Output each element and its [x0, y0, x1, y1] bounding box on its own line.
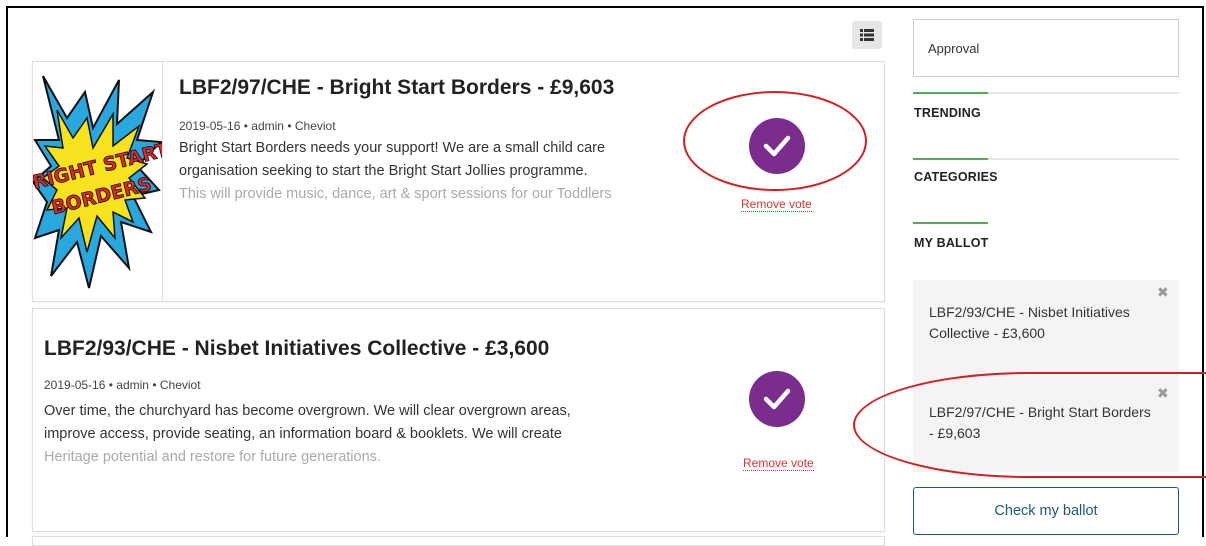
- project-author[interactable]: admin: [251, 119, 284, 133]
- close-icon[interactable]: ✖: [1157, 284, 1169, 301]
- project-card: [32, 536, 885, 546]
- meta-separator: •: [152, 378, 160, 392]
- project-meta: 2019-05-16 • admin • Cheviot: [179, 119, 336, 133]
- project-card: BRIGHT START BORDERS LBF2/97/CHE - Brigh…: [32, 61, 885, 302]
- project-area[interactable]: Cheviot: [160, 378, 201, 392]
- categories-heading[interactable]: CATEGORIES: [914, 170, 998, 184]
- my-ballot-heading: MY BALLOT: [914, 236, 989, 250]
- ballot-item[interactable]: LBF2/93/CHE - Nisbet Initiatives Collect…: [929, 302, 1154, 344]
- list-view-icon: [860, 29, 874, 41]
- voting-method-field[interactable]: Approval: [913, 19, 1179, 77]
- check-ballot-button[interactable]: Check my ballot: [913, 487, 1179, 535]
- project-date: 2019-05-16: [44, 378, 106, 392]
- description-line: Bright Start Borders needs your support!…: [179, 140, 606, 156]
- project-thumbnail[interactable]: BRIGHT START BORDERS: [33, 62, 163, 301]
- project-author[interactable]: admin: [116, 378, 149, 392]
- project-date: 2019-05-16: [179, 119, 241, 133]
- trending-heading[interactable]: TRENDING: [914, 106, 981, 120]
- section-divider: [913, 222, 1179, 224]
- project-description: Bright Start Borders needs your support!…: [179, 137, 699, 207]
- ballot-panel: ✖ LBF2/93/CHE - Nisbet Initiatives Colle…: [913, 280, 1179, 472]
- vote-button[interactable]: [749, 371, 805, 427]
- project-title[interactable]: LBF2/97/CHE - Bright Start Borders - £9,…: [179, 76, 614, 100]
- remove-vote-link[interactable]: Remove vote: [743, 456, 814, 471]
- description-line: organisation seeking to start the Bright…: [179, 163, 588, 179]
- description-line: This will provide music, dance, art & sp…: [179, 186, 612, 202]
- check-icon: [763, 135, 791, 157]
- project-title[interactable]: LBF2/93/CHE - Nisbet Initiatives Collect…: [44, 337, 549, 361]
- check-icon: [763, 388, 791, 410]
- project-description: Over time, the churchyard has become ove…: [44, 400, 684, 470]
- section-divider: [913, 158, 1179, 160]
- description-line: improve access, provide seating, an info…: [44, 426, 562, 442]
- section-accent: [913, 222, 988, 224]
- section-accent: [913, 158, 988, 160]
- close-icon[interactable]: ✖: [1157, 385, 1169, 402]
- project-meta: 2019-05-16 • admin • Cheviot: [44, 378, 201, 392]
- ballot-item[interactable]: LBF2/97/CHE - Bright Start Borders - £9,…: [929, 402, 1154, 444]
- vote-button[interactable]: [749, 118, 805, 174]
- description-line: Heritage potential and restore for futur…: [44, 449, 381, 465]
- project-card: LBF2/93/CHE - Nisbet Initiatives Collect…: [32, 308, 885, 532]
- section-accent: [913, 92, 988, 94]
- remove-vote-link[interactable]: Remove vote: [741, 197, 812, 212]
- list-view-toggle[interactable]: [852, 21, 882, 49]
- description-line: Over time, the churchyard has become ove…: [44, 403, 571, 419]
- project-area[interactable]: Cheviot: [295, 119, 336, 133]
- bright-start-logo-image: BRIGHT START BORDERS: [33, 75, 162, 289]
- meta-separator: •: [287, 119, 295, 133]
- section-divider: [913, 92, 1179, 94]
